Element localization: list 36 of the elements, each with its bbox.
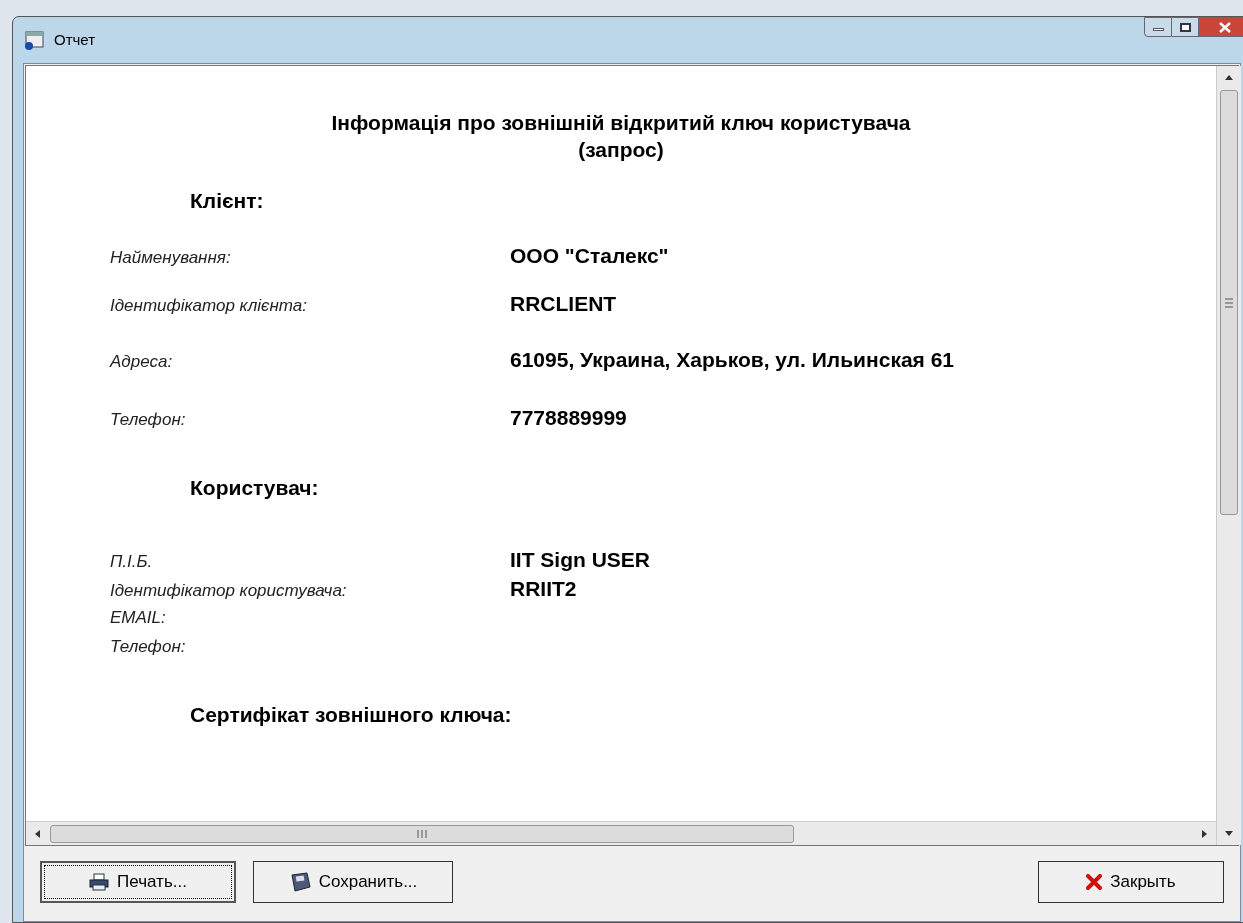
section-heading: Користувач: (190, 474, 320, 501)
field-value: RRCLIENT (510, 290, 617, 317)
field-label: Ідентифікатор користувача: (110, 580, 348, 602)
printer-icon (89, 873, 110, 891)
cross-icon (1086, 874, 1103, 890)
report-title: Інформація про зовнішній відкритий ключ користувача (331, 110, 911, 136)
horizontal-scroll-thumb[interactable] (50, 824, 794, 843)
section-heading: Сертифікат зовнішного ключа: (190, 702, 513, 728)
field-value: RRIIT2 (510, 576, 577, 602)
maximize-button[interactable] (1172, 17, 1199, 37)
app-window-icon (23, 29, 45, 51)
field-label: Телефон: (110, 636, 187, 658)
grip-icon (417, 829, 427, 838)
field-label: Найменування: (110, 246, 232, 269)
field-label: Ідентифікатор клієнта: (110, 294, 308, 317)
field-value: IIT Sign USER (510, 547, 650, 573)
vertical-scrollbar[interactable] (1216, 66, 1241, 845)
minimize-button[interactable] (1144, 17, 1172, 37)
grip-icon (1225, 297, 1233, 308)
field-value: 61095, Украина, Харьков, ул. Ильинская 61 (510, 346, 954, 373)
close-button[interactable]: Закрыть (1038, 861, 1224, 903)
field-label: П.І.Б. (110, 551, 154, 573)
field-label: Телефон: (110, 408, 187, 431)
window-title: Отчет (54, 29, 96, 50)
horizontal-scrollbar[interactable] (26, 821, 1216, 845)
close-icon (1218, 21, 1231, 33)
close-window-button[interactable] (1199, 17, 1243, 37)
vertical-scroll-thumb[interactable] (1220, 90, 1238, 515)
field-value: 7778889999 (510, 404, 627, 431)
field-label: EMAIL: (110, 607, 167, 629)
save-button[interactable]: Сохранить... (253, 861, 453, 903)
field-value: ООО "Сталекс" (510, 242, 669, 269)
print-button[interactable]: Печать... (40, 861, 236, 903)
field-label: Адреса: (110, 350, 174, 373)
section-heading: Клієнт: (190, 188, 265, 214)
report-title: (запрос) (578, 137, 664, 163)
